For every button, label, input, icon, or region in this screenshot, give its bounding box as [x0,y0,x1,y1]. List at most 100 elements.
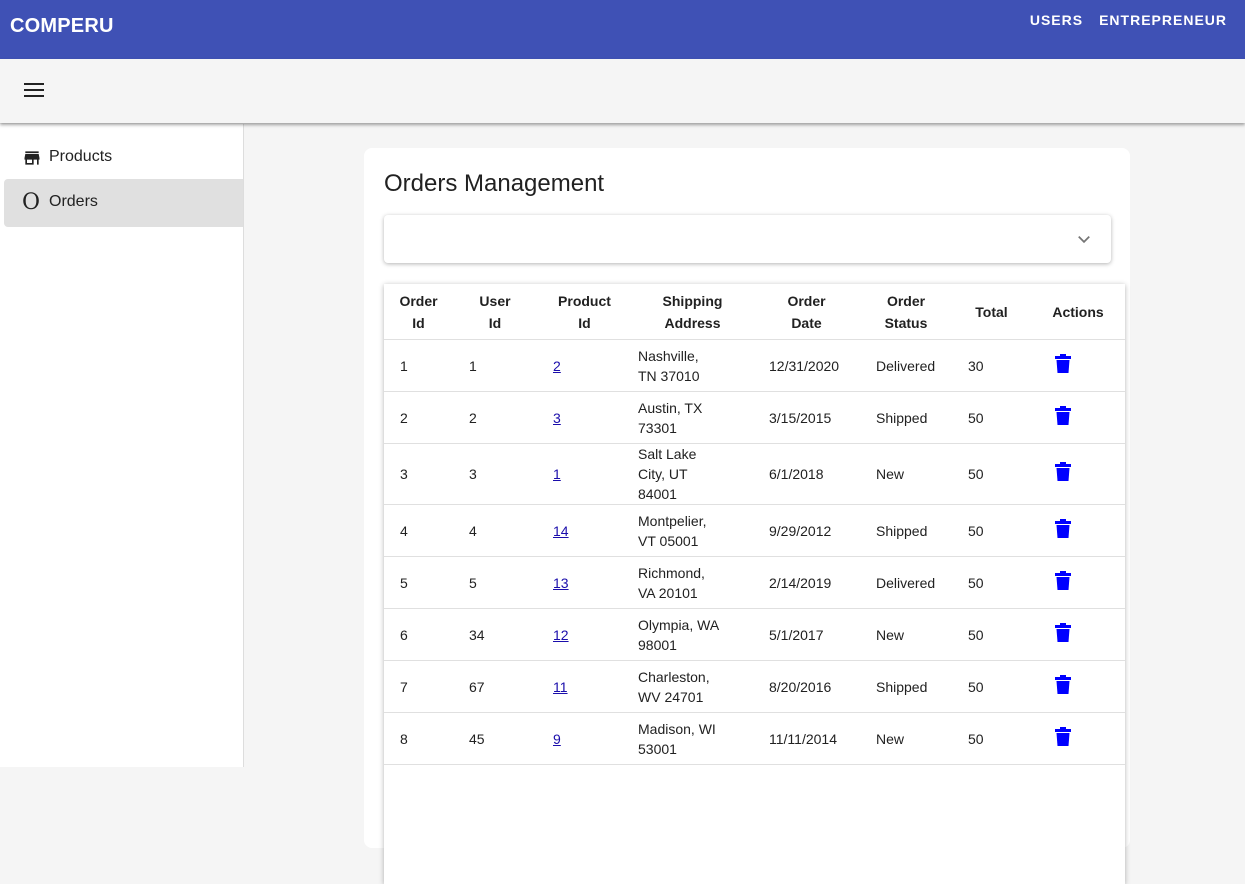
header-order-id[interactable]: Order Id [384,284,453,340]
address-line: Madison, WI [638,720,716,737]
product-id-link[interactable]: 13 [553,575,569,591]
cell-total: 30 [952,339,1031,392]
page-title: Orders Management [384,170,605,197]
cell-shipping-address: Madison, WI 53001 [632,712,753,765]
address-line: Salt Lake [638,446,697,462]
cell-order-date: 9/29/2012 [753,504,860,557]
address-line: Montpelier, [638,512,707,529]
cell-order-date: 6/1/2018 [753,443,860,505]
store-icon [24,151,40,165]
cell-order-id: 5 [384,556,453,609]
cell-total: 50 [952,556,1031,609]
cell-shipping-address: Olympia, WA 98001 [632,608,753,661]
cell-shipping-address: Salt Lake City, UT 84001 [632,443,753,505]
table-row: 2 2 3 Austin, TX 73301 3/15/2015 Shipped 50 [384,391,1125,444]
cell-total: 50 [952,608,1031,661]
table-row: 4 4 14 Montpelier, VT 05001 9/29/2012 Shipped 5… [384,504,1125,557]
header-total[interactable]: Total [952,284,1031,340]
cell-total: 50 [952,443,1031,505]
orders-table: Order Id User Id Product Id Shipping Address… [384,284,1125,765]
cell-total: 50 [952,712,1031,765]
trash-icon[interactable] [1055,570,1071,590]
trash-icon[interactable] [1055,622,1071,642]
trash-icon[interactable] [1055,674,1071,694]
cell-order-date: 12/31/2020 [753,339,860,392]
table-row: 5 5 13 Richmond, VA 20101 2/14/2019 Delivered 5… [384,556,1125,609]
cell-product-id: 13 [537,556,632,609]
cell-user-id: 3 [453,443,537,505]
header-order-date[interactable]: Order Date [753,284,860,340]
chevron-down-icon[interactable] [1077,232,1091,246]
cell-order-id: 4 [384,504,453,557]
cell-order-status: New [860,712,952,765]
header-user-id[interactable]: User Id [453,284,537,340]
cell-user-id: 1 [453,339,537,392]
trash-icon[interactable] [1055,726,1071,746]
cell-total: 50 [952,504,1031,557]
cell-product-id: 9 [537,712,632,765]
sidebar-item-label: Orders [49,193,98,210]
cell-order-status: Shipped [860,504,952,557]
orders-card: Orders Management Order Id User Id Product… [364,148,1130,884]
cell-user-id: 67 [453,660,537,713]
cell-total: 50 [952,391,1031,444]
address-line: VA 20101 [638,584,698,601]
top-nav: USERS ENTREPRENEUR [1030,12,1227,28]
sidebar-item-products[interactable]: Products [4,134,243,182]
address-line: 73301 [638,419,677,436]
cell-product-id: 14 [537,504,632,557]
app-bar: COMPERU USERS ENTREPRENEUR [0,0,1245,59]
address-line: City, UT [638,466,688,482]
cell-product-id: 12 [537,608,632,661]
cell-order-date: 2/14/2019 [753,556,860,609]
sidebar-item-orders[interactable]: O Orders [4,179,243,227]
table-row: 7 67 11 Charleston, WV 24701 8/20/2016 Shipped… [384,660,1125,713]
cell-order-id: 1 [384,339,453,392]
trash-icon[interactable] [1055,353,1071,373]
nav-entrepreneur-link[interactable]: ENTREPRENEUR [1099,12,1227,28]
cell-order-status: Delivered [860,556,952,609]
app-title[interactable]: COMPERU [10,15,114,38]
cell-actions [1031,608,1125,661]
header-shipping-address[interactable]: Shipping Address [632,284,753,340]
table-row: 6 34 12 Olympia, WA 98001 5/1/2017 New 50 [384,608,1125,661]
header-order-status[interactable]: Order Status [860,284,952,340]
cell-order-status: Shipped [860,391,952,444]
product-id-link[interactable]: 12 [553,627,569,643]
product-id-link[interactable]: 9 [553,731,561,747]
menu-icon[interactable] [24,83,44,99]
product-id-link[interactable]: 3 [553,410,561,426]
table-row: 3 3 1 Salt Lake City, UT 84001 6/1/2018 New 50 [384,443,1125,505]
cell-order-id: 6 [384,608,453,661]
table-row: 1 1 2 Nashville, TN 37010 12/31/2020 Delivered… [384,339,1125,392]
nav-users-link[interactable]: USERS [1030,12,1083,28]
cell-order-date: 5/1/2017 [753,608,860,661]
trash-icon[interactable] [1055,462,1071,481]
address-line: Nashville, [638,347,699,364]
cell-shipping-address: Austin, TX 73301 [632,391,753,444]
address-line: Olympia, WA [638,616,720,633]
product-id-link[interactable]: 14 [553,523,569,539]
header-product-id[interactable]: Product Id [537,284,632,340]
cell-order-id: 3 [384,443,453,505]
address-line: Austin, TX [638,399,703,416]
table-header-row: Order Id User Id Product Id Shipping Address… [384,284,1125,340]
product-id-link[interactable]: 2 [553,358,561,374]
trash-icon[interactable] [1055,405,1071,425]
filter-accordion[interactable] [384,215,1111,263]
cell-order-id: 8 [384,712,453,765]
cell-order-status: New [860,608,952,661]
cell-shipping-address: Nashville, TN 37010 [632,339,753,392]
cell-actions [1031,660,1125,713]
address-line: 84001 [638,486,677,502]
sidebar-item-label: Products [49,148,113,165]
sidebar: Products O Orders [0,124,244,767]
trash-icon[interactable] [1055,518,1071,538]
product-id-link[interactable]: 1 [553,466,561,482]
cell-order-id: 2 [384,391,453,444]
address-line: 98001 [638,636,677,653]
cell-shipping-address: Richmond, VA 20101 [632,556,753,609]
product-id-link[interactable]: 11 [553,679,568,695]
cell-actions [1031,504,1125,557]
address-line: TN 37010 [638,367,700,384]
